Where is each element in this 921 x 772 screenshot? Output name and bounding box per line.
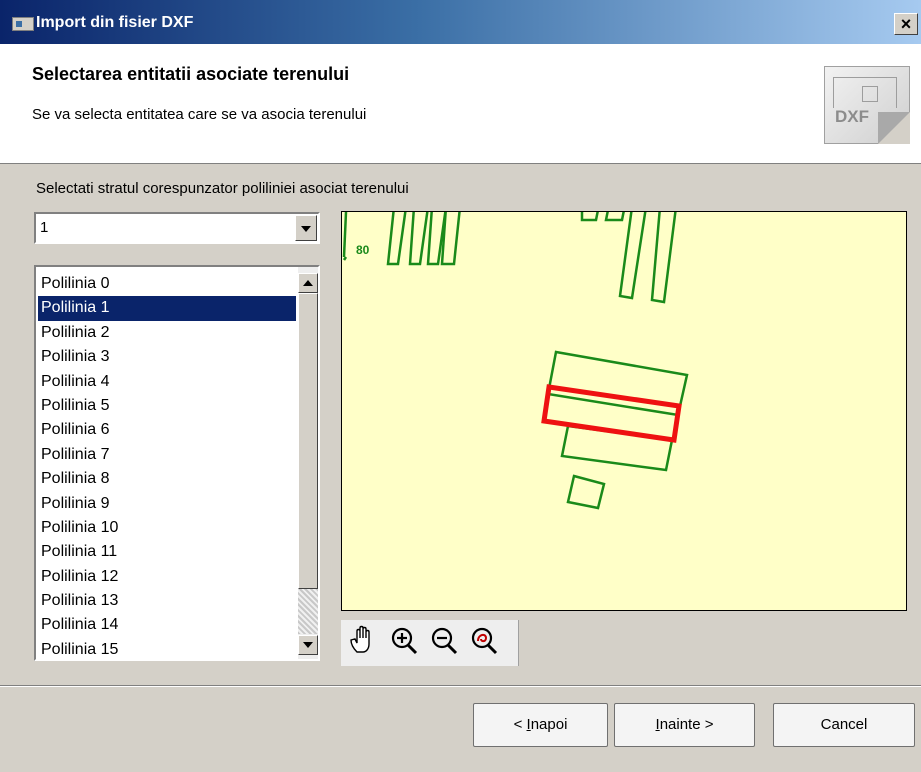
page-subtitle: Se va selecta entitatea care se va asoci… bbox=[32, 106, 367, 123]
title-bar: Import din fisier DXF × bbox=[0, 0, 921, 44]
wizard-header: Selectarea entitatii asociate terenului … bbox=[0, 44, 921, 164]
back-button-label: napoi bbox=[530, 716, 568, 733]
next-button-label: nainte > bbox=[659, 716, 714, 733]
preview-entity bbox=[618, 212, 647, 300]
back-button[interactable]: < Inapoi bbox=[473, 703, 608, 747]
list-item[interactable]: Polilinia 2 bbox=[38, 321, 296, 345]
preview-entity bbox=[650, 212, 677, 304]
preview-toolbar bbox=[341, 620, 519, 666]
polyline-items: Polilinia 0 Polilinia 1 Polilinia 2 Polilin… bbox=[38, 272, 296, 659]
layer-dropdown-value: 1 bbox=[40, 219, 49, 236]
dxf-file-icon: DXF bbox=[824, 66, 910, 144]
preview-text: 80 bbox=[356, 243, 370, 257]
list-item[interactable]: Polilinia 3 bbox=[38, 345, 296, 369]
list-item[interactable]: Polilinia 11 bbox=[38, 540, 296, 564]
scroll-down-button[interactable] bbox=[298, 635, 318, 655]
list-item[interactable]: Polilinia 9 bbox=[38, 492, 296, 516]
dxf-icon-label: DXF bbox=[835, 107, 869, 126]
list-item[interactable]: Polilinia 4 bbox=[38, 370, 296, 394]
preview-entity bbox=[566, 474, 606, 510]
zoom-extents-icon[interactable] bbox=[469, 624, 501, 658]
list-item[interactable]: Polilinia 13 bbox=[38, 589, 296, 613]
cancel-button[interactable]: Cancel bbox=[773, 703, 915, 747]
preview-entity bbox=[408, 212, 429, 266]
page-title: Selectarea entitatii asociate terenului bbox=[32, 64, 350, 84]
pan-icon[interactable] bbox=[347, 624, 379, 658]
footer-divider bbox=[0, 685, 921, 687]
dropdown-arrow-button[interactable] bbox=[295, 215, 317, 241]
list-item[interactable]: Polilinia 5 bbox=[38, 394, 296, 418]
app-icon bbox=[12, 17, 34, 31]
zoom-in-icon[interactable] bbox=[389, 624, 421, 658]
layer-label: Selectati stratul corespunzator polilini… bbox=[36, 180, 409, 197]
list-item[interactable]: Polilinia 14 bbox=[38, 613, 296, 637]
list-item[interactable]: Polilinia 10 bbox=[38, 516, 296, 540]
list-item[interactable]: Polilinia 7 bbox=[38, 443, 296, 467]
polyline-list[interactable]: Polilinia 0 Polilinia 1 Polilinia 2 Polilin… bbox=[34, 265, 320, 661]
preview-entity bbox=[604, 212, 625, 222]
layer-dropdown[interactable]: 1 bbox=[34, 212, 320, 244]
close-button[interactable]: × bbox=[894, 13, 918, 35]
dxf-preview-canvas[interactable]: 80 bbox=[341, 211, 907, 611]
scroll-up-button[interactable] bbox=[298, 273, 318, 293]
scroll-thumb[interactable] bbox=[298, 293, 318, 589]
preview-entity bbox=[440, 212, 461, 266]
arrow-down-icon bbox=[303, 642, 313, 648]
list-scrollbar[interactable] bbox=[298, 267, 318, 659]
next-button[interactable]: Inainte > bbox=[614, 703, 755, 747]
scroll-track[interactable] bbox=[298, 589, 318, 634]
selected-polyline bbox=[541, 384, 682, 443]
chevron-down-icon bbox=[301, 226, 311, 232]
preview-entity bbox=[342, 212, 348, 258]
list-item[interactable]: Polilinia 12 bbox=[38, 565, 296, 589]
list-item[interactable]: Polilinia 8 bbox=[38, 467, 296, 491]
preview-entity bbox=[580, 212, 599, 222]
list-item[interactable]: Polilinia 15 bbox=[38, 638, 296, 659]
zoom-out-icon[interactable] bbox=[429, 624, 461, 658]
list-item[interactable]: Polilinia 0 bbox=[38, 272, 296, 296]
arrow-up-icon bbox=[303, 280, 313, 286]
back-button-prefix: < bbox=[513, 716, 527, 733]
list-item[interactable]: Polilinia 6 bbox=[38, 418, 296, 442]
preview-entity bbox=[386, 212, 407, 266]
window-title: Import din fisier DXF bbox=[36, 14, 194, 31]
list-item[interactable]: Polilinia 1 bbox=[38, 296, 296, 321]
preview-entity bbox=[342, 256, 348, 261]
